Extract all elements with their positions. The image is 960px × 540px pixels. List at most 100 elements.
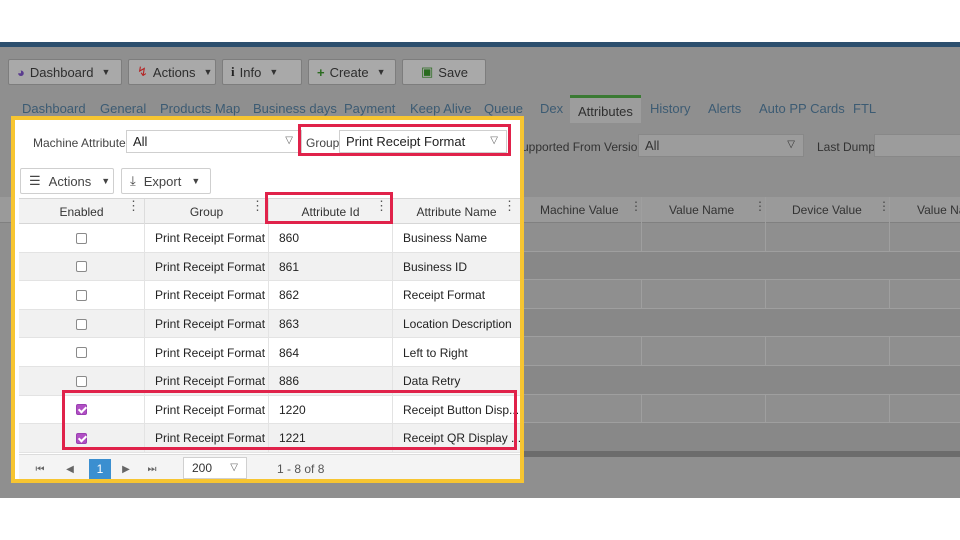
create-button[interactable]: + Create ▼ (308, 59, 396, 85)
horizontal-scrollbar[interactable] (520, 451, 960, 457)
group-cell: Print Receipt Format (145, 252, 269, 282)
enabled-header-label: Enabled (59, 205, 104, 219)
lightning-icon: ↯ (137, 64, 148, 79)
enabled-header[interactable]: Enabled ⋮ (19, 199, 145, 225)
grid-actions-button[interactable]: ☰ Actions ▼ (20, 168, 114, 194)
tab-queue[interactable]: Queue (484, 101, 523, 116)
machine-attributes-value: All (133, 134, 148, 149)
enabled-checkbox[interactable] (76, 347, 87, 359)
table-row (520, 308, 960, 338)
value-name-header[interactable]: Value Name (669, 203, 734, 217)
attribute-name-cell: Business ID (403, 259, 468, 274)
grid-actions-label: Actions (48, 173, 92, 189)
info-icon: i (231, 64, 235, 79)
save-button[interactable]: ▣ Save (402, 59, 486, 85)
current-page-button[interactable]: 1 (89, 459, 111, 479)
download-icon: ⤓ (130, 173, 136, 188)
table-row[interactable]: Print Receipt Format 861 Business ID (19, 252, 520, 282)
attribute-name-header[interactable]: Attribute Name ⋮ (393, 199, 520, 225)
table-row (520, 337, 960, 366)
chevron-down-icon: ▼ (203, 67, 213, 77)
supported-from-version-label: upported From Version (522, 140, 645, 154)
tab-auto-pp-cards[interactable]: Auto PP Cards (759, 101, 845, 116)
enabled-checkbox[interactable] (76, 289, 87, 301)
chevron-down-icon: ▽ (230, 462, 238, 473)
actions-button-label: Actions (152, 64, 196, 80)
attribute-id-cell: 860 (269, 224, 393, 253)
table-row (520, 280, 960, 309)
group-header[interactable]: Group ⋮ (145, 199, 269, 225)
enabled-checkbox[interactable] (76, 232, 87, 244)
attribute-id-cell: 863 (269, 309, 393, 339)
chevron-down-icon: ▼ (191, 176, 201, 186)
device-value-header[interactable]: Device Value (792, 203, 862, 217)
background-grid-rows (520, 223, 960, 452)
tab-general[interactable]: General (100, 101, 146, 116)
next-page-icon[interactable]: ▶ (119, 459, 133, 479)
tab-history[interactable]: History (650, 101, 690, 116)
tab-payment[interactable]: Payment (344, 101, 395, 116)
table-row[interactable]: Print Receipt Format 864 Left to Right (19, 338, 520, 367)
page-size-value: 200 (192, 461, 213, 475)
enabled-cell (19, 224, 145, 253)
column-menu-icon[interactable]: ⋮ (127, 199, 140, 212)
machine-attributes-label: Machine Attributes (33, 136, 132, 150)
attribute-name-header-label: Attribute Name (416, 205, 497, 219)
table-row[interactable]: Print Receipt Format 860 Business Name (19, 224, 520, 253)
tab-keep-alive[interactable]: Keep Alive (410, 101, 471, 116)
machine-value-header[interactable]: Machine Value (540, 203, 619, 217)
tab-ftl[interactable]: FTL (853, 101, 876, 116)
machine-attributes-select[interactable]: All ▽ (126, 130, 302, 153)
chevron-down-icon: ▼ (269, 67, 279, 77)
attribute-id-cell: 864 (269, 338, 393, 367)
create-button-label: Create (329, 64, 369, 80)
column-menu-icon[interactable]: ⋮ (503, 199, 516, 212)
last-dump-field[interactable] (874, 134, 960, 157)
tab-dex[interactable]: Dex (540, 101, 563, 116)
enabled-checkbox[interactable] (76, 261, 87, 273)
export-button[interactable]: ⤓ Export ▼ (121, 168, 211, 194)
table-row (520, 395, 960, 424)
enabled-cell (19, 252, 145, 282)
enabled-checkbox[interactable] (76, 375, 87, 387)
enabled-rows-highlight (62, 390, 517, 450)
dashboard-button[interactable]: ◕ Dashboard ▼ (8, 59, 122, 85)
supported-from-version-select[interactable]: All ▽ (638, 134, 804, 157)
attribute-id-cell: 861 (269, 252, 393, 282)
group-header-label: Group (189, 205, 224, 219)
attribute-name-cell: Left to Right (403, 345, 468, 360)
group-cell: Print Receipt Format (145, 309, 269, 339)
chevron-down-icon: ▼ (101, 67, 111, 77)
attribute-id-cell: 862 (269, 281, 393, 310)
tab-products-map[interactable]: Products Map (160, 101, 240, 116)
column-menu-icon[interactable]: ⋮ (251, 199, 264, 212)
value-name-2-header[interactable]: Value Na (917, 203, 960, 217)
supported-from-version-value: All (645, 138, 660, 153)
page-size-select[interactable]: 200 ▽ (183, 457, 247, 479)
dashboard-button-label: Dashboard (29, 64, 94, 80)
group-filter-highlight (298, 124, 511, 156)
enabled-cell (19, 281, 145, 310)
tab-business-days[interactable]: Business days (253, 101, 337, 116)
actions-button[interactable]: ↯ Actions ▼ (128, 59, 216, 85)
table-row (520, 365, 960, 395)
tab-alerts[interactable]: Alerts (708, 101, 741, 116)
previous-page-icon[interactable]: ◀ (63, 459, 77, 479)
pie-chart-icon: ◕ (17, 64, 25, 80)
main-toolbar: ◕ Dashboard ▼ ↯ Actions ▼ i Info ▼ + Cre… (0, 59, 960, 89)
last-page-icon[interactable]: ⏭ (145, 459, 159, 479)
table-row[interactable]: Print Receipt Format 862 Receipt Format (19, 281, 520, 310)
attribute-id-header-highlight (265, 192, 393, 224)
first-page-icon[interactable]: ⏮ (33, 459, 47, 479)
enabled-cell (19, 309, 145, 339)
info-button[interactable]: i Info ▼ (222, 59, 302, 85)
chevron-down-icon: ▽ (285, 135, 293, 146)
table-row[interactable]: Print Receipt Format 863 Location Descript… (19, 309, 520, 339)
save-icon: ▣ (421, 64, 434, 79)
tab-dashboard[interactable]: Dashboard (22, 101, 86, 116)
tab-attributes[interactable]: Attributes (570, 95, 641, 123)
chevron-down-icon: ▽ (787, 139, 795, 150)
enabled-cell (19, 338, 145, 367)
enabled-checkbox[interactable] (76, 318, 87, 330)
plus-icon: + (317, 64, 325, 80)
